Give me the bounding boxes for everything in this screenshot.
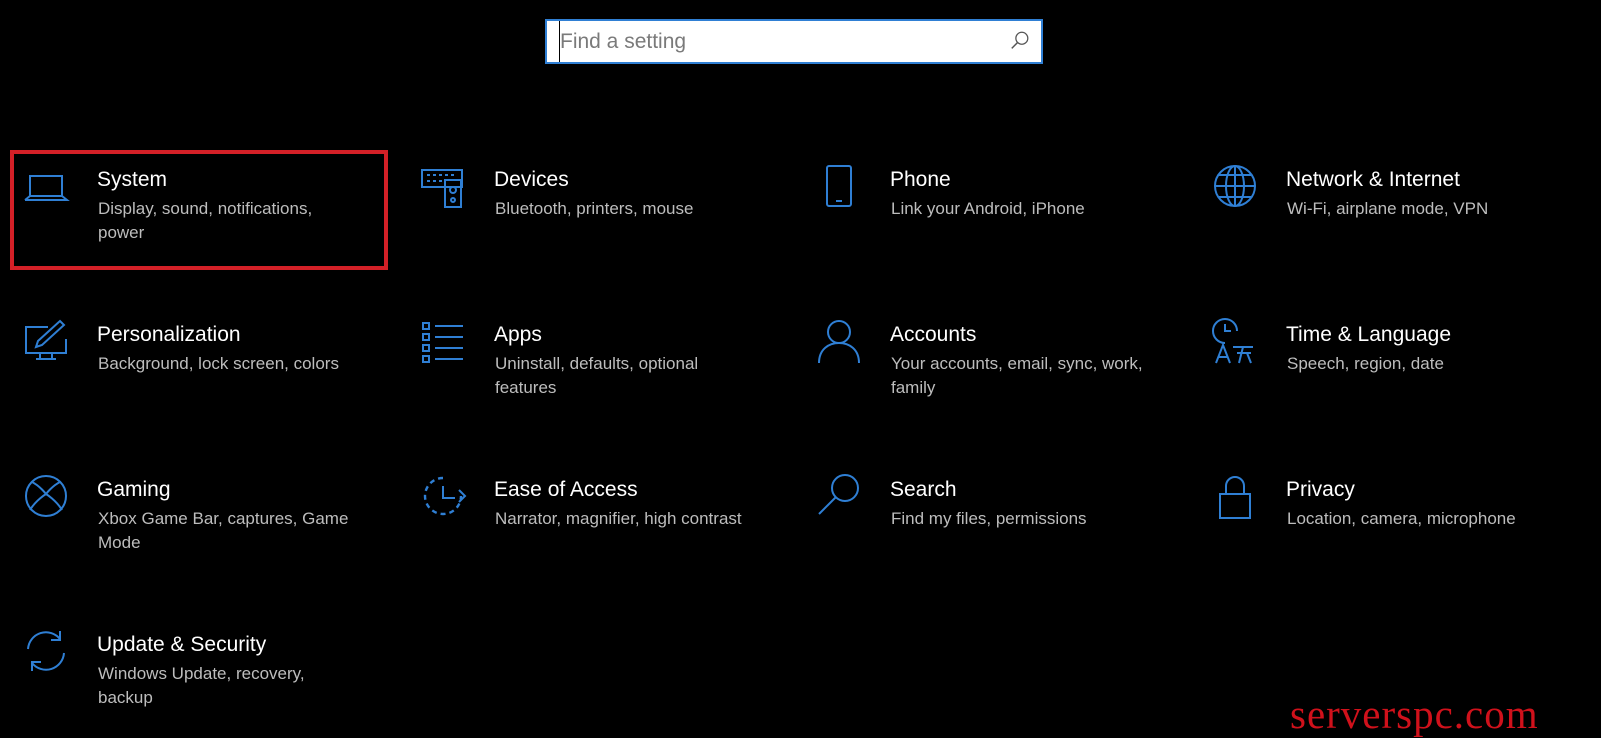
tile-ease-of-access[interactable]: Ease of Access Narrator, magnifier, high… (397, 460, 757, 575)
tile-description: Find my files, permissions (891, 509, 1087, 528)
tile-description: Windows Update, recovery, backup (98, 664, 305, 707)
app-list-icon (419, 317, 467, 365)
watermark: serverspc.com (1290, 691, 1539, 737)
search-icon[interactable] (1009, 30, 1031, 52)
phone-icon (815, 162, 863, 210)
tile-description: Xbox Game Bar, captures, Game Mode (98, 509, 349, 552)
tile-description: Bluetooth, printers, mouse (495, 199, 694, 218)
tile-time-language[interactable]: Time & Language Speech, region, date (1189, 305, 1549, 420)
tile-title: Apps (494, 323, 542, 346)
tile-title: Search (890, 478, 957, 501)
tile-title: Accounts (890, 323, 977, 346)
tile-title: Update & Security (97, 633, 267, 656)
tile-devices[interactable]: Devices Bluetooth, printers, mouse (397, 150, 757, 265)
tile-title: Privacy (1286, 478, 1355, 501)
tile-title: Devices (494, 168, 569, 191)
tile-system[interactable]: System Display, sound, notifications, po… (0, 150, 360, 265)
tile-description: Link your Android, iPhone (891, 199, 1085, 218)
xbox-icon (22, 472, 70, 520)
sync-arrows-icon (22, 627, 70, 675)
tile-title: Phone (890, 168, 951, 191)
tile-privacy[interactable]: Privacy Location, camera, microphone (1189, 460, 1549, 575)
tile-title: Gaming (97, 478, 171, 501)
time-language-icon (1211, 317, 1259, 365)
tile-description: Uninstall, defaults, optional features (495, 354, 699, 397)
tile-title: Ease of Access (494, 478, 638, 501)
tile-description: Your accounts, email, sync, work, family (891, 354, 1143, 397)
monitor-pen-icon (22, 317, 70, 365)
laptop-icon (22, 162, 70, 210)
tile-title: Time & Language (1286, 323, 1451, 346)
tile-search[interactable]: Search Find my files, permissions (793, 460, 1153, 575)
ease-of-access-icon (419, 472, 467, 520)
tile-apps[interactable]: Apps Uninstall, defaults, optional featu… (397, 305, 757, 420)
search-magnifier-icon (815, 472, 863, 520)
tile-description: Background, lock screen, colors (98, 354, 339, 373)
lock-icon (1211, 472, 1259, 520)
tile-description: Display, sound, notifications, power (98, 199, 313, 242)
tile-title: Network & Internet (1286, 168, 1460, 191)
tile-description: Speech, region, date (1287, 354, 1444, 373)
search-input[interactable] (559, 21, 990, 62)
tile-description: Location, camera, microphone (1287, 509, 1516, 528)
tile-gaming[interactable]: Gaming Xbox Game Bar, captures, Game Mod… (0, 460, 360, 575)
tile-description: Wi-Fi, airplane mode, VPN (1287, 199, 1489, 218)
globe-icon (1211, 162, 1259, 210)
tile-update-security[interactable]: Update & Security Windows Update, recove… (0, 615, 360, 730)
person-icon (815, 317, 863, 365)
tile-network-internet[interactable]: Network & Internet Wi-Fi, airplane mode,… (1189, 150, 1549, 265)
tile-description: Narrator, magnifier, high contrast (495, 509, 742, 528)
tile-title: System (97, 168, 168, 191)
tile-personalization[interactable]: Personalization Background, lock screen,… (0, 305, 360, 420)
settings-grid: System Display, sound, notifications, po… (0, 150, 1601, 730)
search-box[interactable] (545, 19, 1043, 64)
keyboard-speaker-icon (419, 162, 467, 210)
tile-phone[interactable]: Phone Link your Android, iPhone (793, 150, 1153, 265)
tile-accounts[interactable]: Accounts Your accounts, email, sync, wor… (793, 305, 1153, 420)
tile-title: Personalization (97, 323, 241, 346)
